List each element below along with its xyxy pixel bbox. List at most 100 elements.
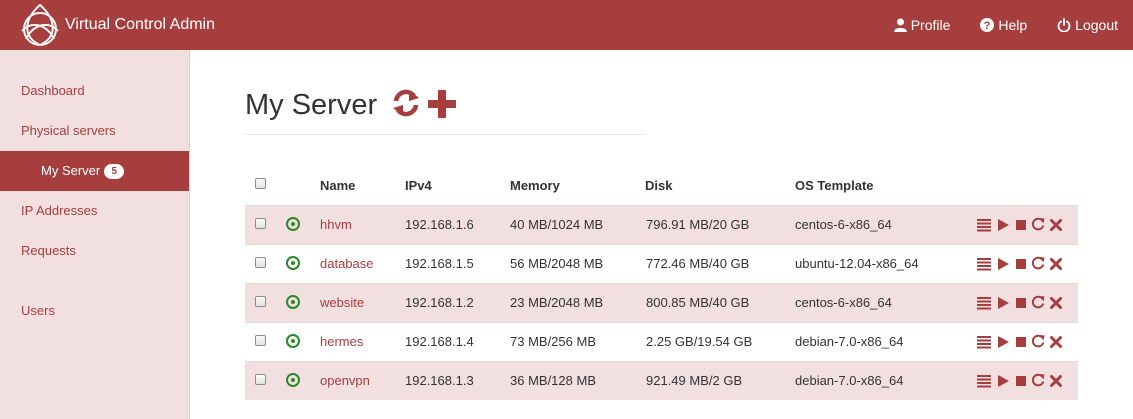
- row-checkbox[interactable]: [255, 296, 266, 307]
- logout-label: Logout: [1075, 17, 1118, 33]
- delete-icon[interactable]: [1049, 295, 1063, 310]
- play-icon[interactable]: [996, 256, 1010, 271]
- stop-icon[interactable]: [1014, 217, 1028, 232]
- memory-cell: 36 MB/128 MB: [510, 373, 596, 388]
- sidebar-item-label: Users: [21, 303, 55, 318]
- triquetra-logo-icon: [21, 3, 59, 47]
- sidebar-item-label: Requests: [21, 243, 76, 258]
- os-template-cell: debian-7.0-x86_64: [795, 373, 904, 388]
- play-icon[interactable]: [996, 217, 1010, 232]
- power-icon: [1057, 18, 1071, 32]
- running-status-icon: [286, 373, 300, 387]
- profile-label: Profile: [910, 17, 951, 33]
- row-checkbox[interactable]: [255, 218, 266, 229]
- sidebar-item-requests[interactable]: Requests: [0, 231, 189, 271]
- list-icon[interactable]: [977, 295, 991, 310]
- sidebar-item-physical-servers[interactable]: Physical servers: [0, 111, 189, 151]
- svg-text:?: ?: [984, 20, 991, 32]
- play-icon[interactable]: [996, 334, 1010, 349]
- table-body: hhvm 192.168.1.6 40 MB/1024 MB 796.91 MB…: [245, 205, 1078, 400]
- stop-icon[interactable]: [1014, 295, 1028, 310]
- sidebar: Dashboard Physical servers My Server 5 IP…: [0, 50, 190, 419]
- server-name-link[interactable]: website: [320, 295, 364, 310]
- column-header: IPv4: [405, 178, 432, 193]
- restart-icon[interactable]: [1031, 334, 1045, 349]
- page-header: My Server: [245, 86, 646, 135]
- server-name-link[interactable]: openvpn: [320, 373, 370, 388]
- list-icon[interactable]: [977, 334, 991, 349]
- running-status-icon: [286, 334, 300, 348]
- disk-cell: 2.25 GB/19.54 GB: [646, 334, 753, 349]
- list-icon[interactable]: [977, 256, 991, 271]
- column-header: Disk: [645, 178, 673, 193]
- play-icon[interactable]: [996, 373, 1010, 388]
- top-navbar: Virtual Control Admin Profile ? Help Log…: [0, 0, 1133, 50]
- sidebar-item-users[interactable]: Users: [0, 291, 189, 331]
- table-row: hermes 192.168.1.4 73 MB/256 MB 2.25 GB/…: [245, 322, 1078, 361]
- help-label: Help: [998, 17, 1028, 33]
- os-template-cell: ubuntu-12.04-x86_64: [795, 256, 919, 271]
- stop-icon[interactable]: [1014, 373, 1028, 388]
- disk-cell: 796.91 MB/20 GB: [646, 217, 750, 232]
- os-template-cell: centos-6-x86_64: [795, 295, 892, 310]
- memory-cell: 73 MB/256 MB: [510, 334, 596, 349]
- ipv4-cell: 192.168.1.6: [405, 217, 474, 232]
- column-header: Name: [320, 178, 356, 193]
- os-template-cell: centos-6-x86_64: [795, 217, 892, 232]
- help-link[interactable]: ? Help: [980, 17, 1027, 33]
- memory-cell: 56 MB/2048 MB: [510, 256, 604, 271]
- delete-icon[interactable]: [1049, 373, 1063, 388]
- server-table: Name IPv4 Memory Disk OS Template hhvm 1…: [245, 167, 1078, 400]
- play-icon[interactable]: [996, 295, 1010, 310]
- row-checkbox[interactable]: [255, 257, 266, 268]
- server-name-link[interactable]: database: [320, 256, 374, 271]
- navbar-right: Profile ? Help Logout: [864, 0, 1118, 50]
- server-count-badge: 5: [104, 164, 125, 179]
- memory-cell: 40 MB/1024 MB: [510, 217, 604, 232]
- app-title: Virtual Control Admin: [65, 16, 215, 33]
- table-row: hhvm 192.168.1.6 40 MB/1024 MB 796.91 MB…: [245, 205, 1078, 244]
- delete-icon[interactable]: [1049, 256, 1063, 271]
- os-template-cell: debian-7.0-x86_64: [795, 334, 904, 349]
- refresh-icon[interactable]: [391, 88, 421, 118]
- sidebar-item-dashboard[interactable]: Dashboard: [0, 71, 189, 111]
- ipv4-cell: 192.168.1.4: [405, 334, 474, 349]
- question-circle-icon: ?: [980, 18, 995, 32]
- server-name-link[interactable]: hermes: [320, 334, 363, 349]
- delete-icon[interactable]: [1049, 334, 1063, 349]
- sidebar-item-label: Physical servers: [21, 123, 116, 138]
- restart-icon[interactable]: [1031, 256, 1045, 271]
- disk-cell: 921.49 MB/2 GB: [646, 373, 743, 388]
- running-status-icon: [286, 256, 300, 270]
- column-header: Memory: [510, 178, 560, 193]
- restart-icon[interactable]: [1031, 373, 1045, 388]
- running-status-icon: [286, 295, 300, 309]
- running-status-icon: [286, 217, 300, 231]
- table-row: openvpn 192.168.1.3 36 MB/128 MB 921.49 …: [245, 361, 1078, 400]
- table-row: database 192.168.1.5 56 MB/2048 MB 772.4…: [245, 244, 1078, 283]
- row-checkbox[interactable]: [255, 335, 266, 346]
- logout-link[interactable]: Logout: [1057, 17, 1118, 33]
- table-row: website 192.168.1.2 23 MB/2048 MB 800.85…: [245, 283, 1078, 322]
- list-icon[interactable]: [977, 217, 991, 232]
- brand-link[interactable]: Virtual Control Admin: [14, 0, 215, 50]
- ipv4-cell: 192.168.1.3: [405, 373, 474, 388]
- restart-icon[interactable]: [1031, 217, 1045, 232]
- profile-link[interactable]: Profile: [893, 17, 951, 33]
- sidebar-item-my-server[interactable]: My Server 5: [0, 151, 189, 191]
- row-checkbox[interactable]: [255, 374, 266, 385]
- ipv4-cell: 192.168.1.2: [405, 295, 474, 310]
- disk-cell: 800.85 MB/40 GB: [646, 295, 750, 310]
- plus-icon[interactable]: [427, 89, 457, 119]
- stop-icon[interactable]: [1014, 334, 1028, 349]
- disk-cell: 772.46 MB/40 GB: [646, 256, 750, 271]
- restart-icon[interactable]: [1031, 295, 1045, 310]
- server-name-link[interactable]: hhvm: [320, 217, 352, 232]
- page-title: My Server: [245, 89, 378, 121]
- select-all-checkbox[interactable]: [255, 178, 266, 189]
- column-header: OS Template: [795, 178, 874, 193]
- list-icon[interactable]: [977, 373, 991, 388]
- delete-icon[interactable]: [1049, 217, 1063, 232]
- stop-icon[interactable]: [1014, 256, 1028, 271]
- sidebar-item-ip-addresses[interactable]: IP Addresses: [0, 191, 189, 231]
